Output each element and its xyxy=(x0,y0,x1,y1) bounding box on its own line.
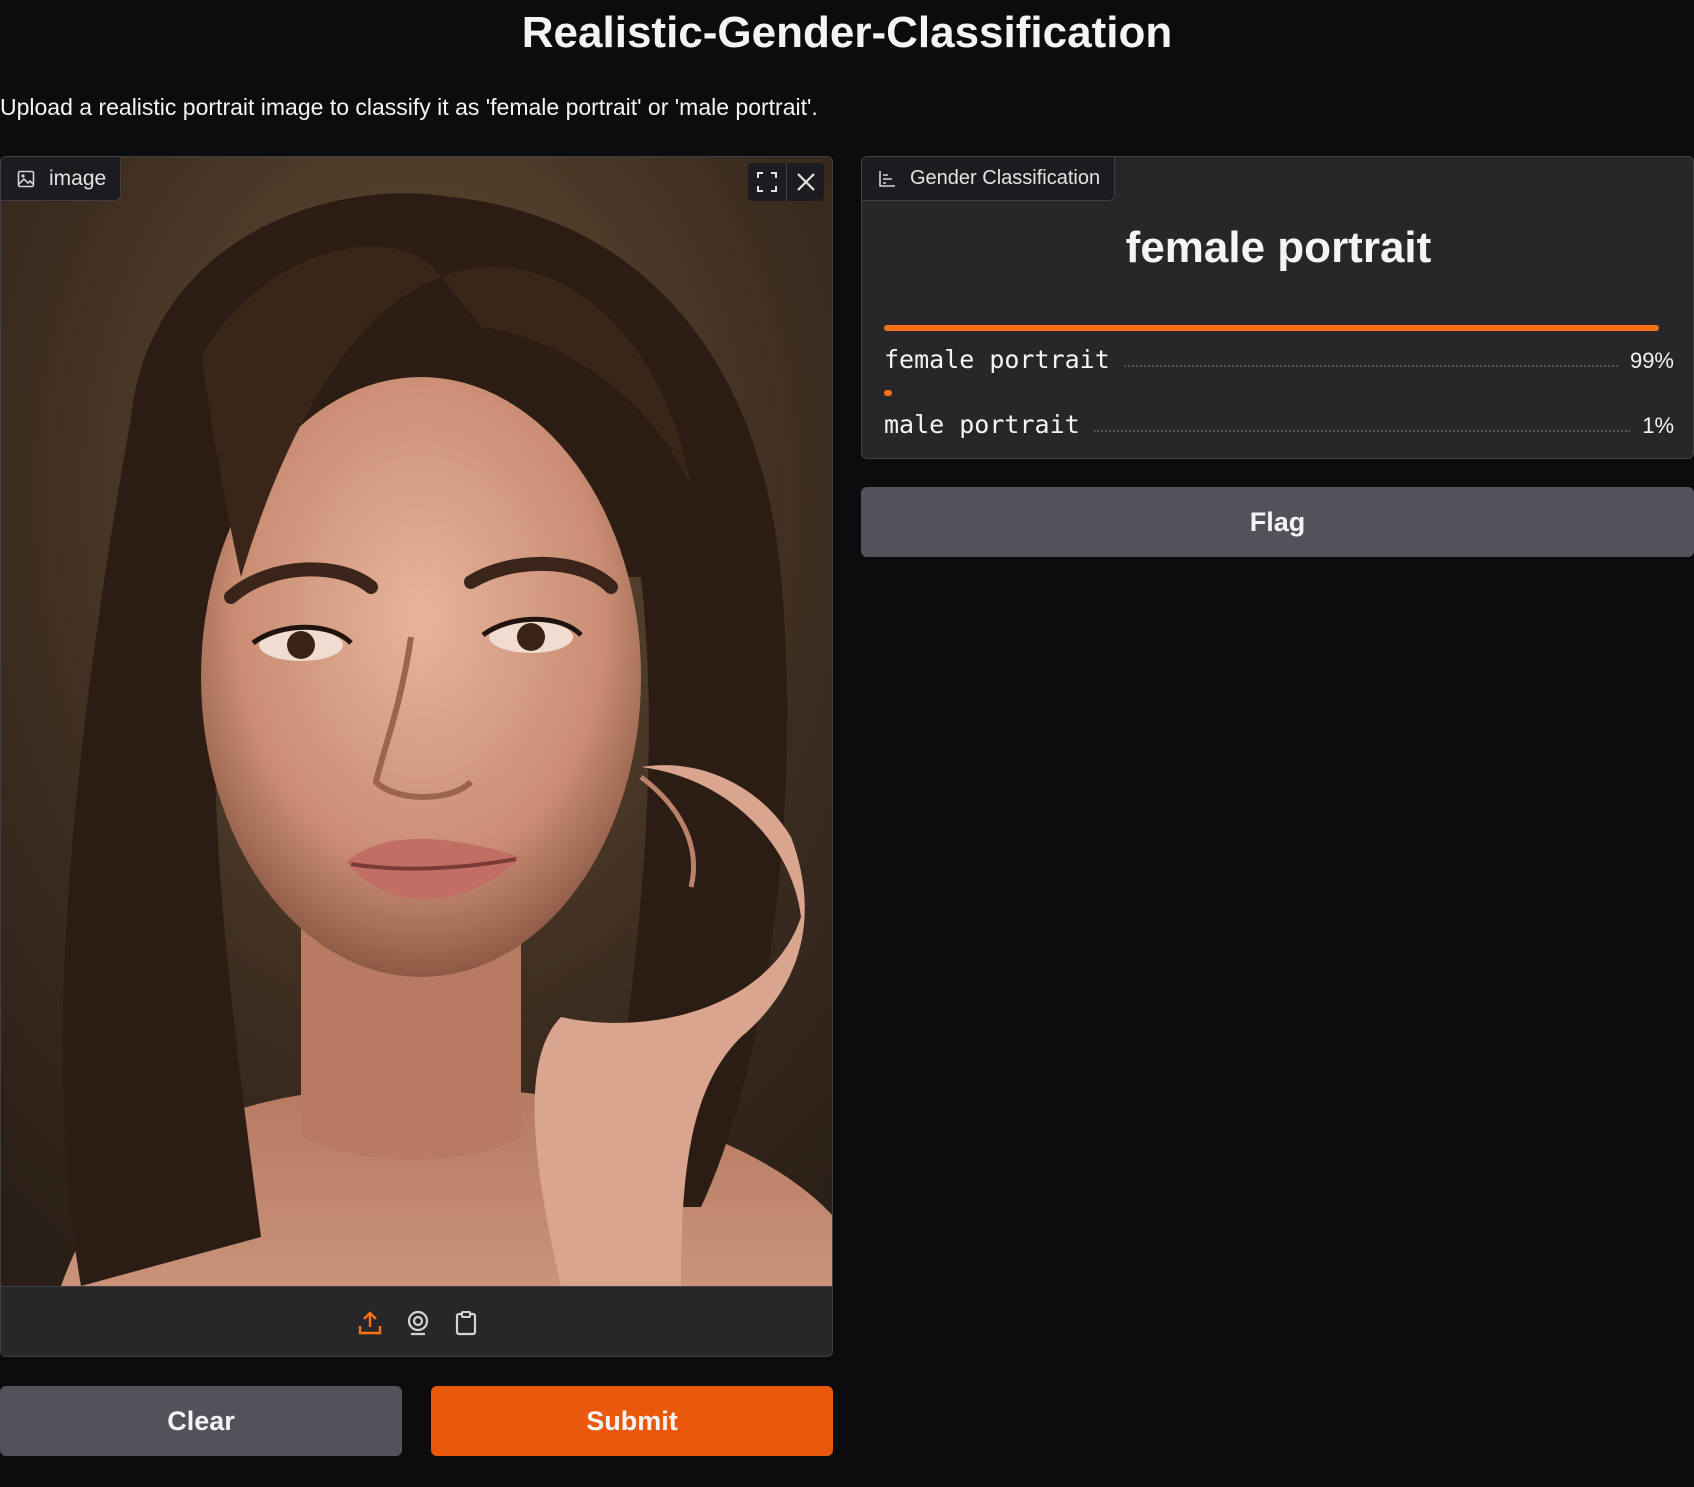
confidence-percent: 99% xyxy=(1629,348,1674,373)
image-label-text: image xyxy=(49,166,107,190)
confidence-row-female[interactable]: female portrait 99% xyxy=(884,325,1674,374)
confidence-label: male portrait xyxy=(884,410,1080,439)
confidence-bar-track xyxy=(884,325,1667,331)
webcam-icon[interactable] xyxy=(404,1309,432,1337)
confidence-percent: 1% xyxy=(1642,413,1674,438)
confidence-bar xyxy=(884,325,1659,331)
fullscreen-icon[interactable] xyxy=(748,163,786,201)
predicted-label: female portrait xyxy=(1125,223,1432,272)
leader-dots xyxy=(1123,365,1618,367)
portrait-photo xyxy=(1,157,832,1286)
confidence-bar-track xyxy=(884,390,1667,396)
bar-chart-icon xyxy=(878,170,896,188)
upload-icon[interactable] xyxy=(356,1309,384,1337)
confidence-row-male[interactable]: male portrait 1% xyxy=(884,390,1674,439)
image-panel-label: image xyxy=(1,157,122,201)
image-input-panel[interactable]: image xyxy=(0,156,833,1357)
confidence-bar xyxy=(884,390,892,396)
output-label-text: Gender Classification xyxy=(910,167,1101,189)
clear-button[interactable]: Clear xyxy=(0,1386,402,1456)
image-actions xyxy=(748,163,824,201)
flag-button[interactable]: Flag xyxy=(861,487,1694,557)
image-icon xyxy=(17,170,35,188)
image-source-bar xyxy=(1,1286,832,1356)
uploaded-portrait-image xyxy=(1,157,832,1286)
leader-dots xyxy=(1093,430,1631,432)
gender-classification-panel: Gender Classification female portrait fe… xyxy=(861,156,1694,459)
clipboard-icon[interactable] xyxy=(452,1309,480,1337)
output-panel-label: Gender Classification xyxy=(862,157,1116,201)
close-icon[interactable] xyxy=(786,163,824,201)
confidence-line: male portrait 1% xyxy=(884,410,1674,439)
submit-button[interactable]: Submit xyxy=(431,1386,833,1456)
confidence-line: female portrait 99% xyxy=(884,345,1674,374)
page-title: Realistic-Gender-Classification xyxy=(521,8,1173,57)
page-description: Upload a realistic portrait image to cla… xyxy=(0,94,818,120)
confidence-label: female portrait xyxy=(884,345,1110,374)
